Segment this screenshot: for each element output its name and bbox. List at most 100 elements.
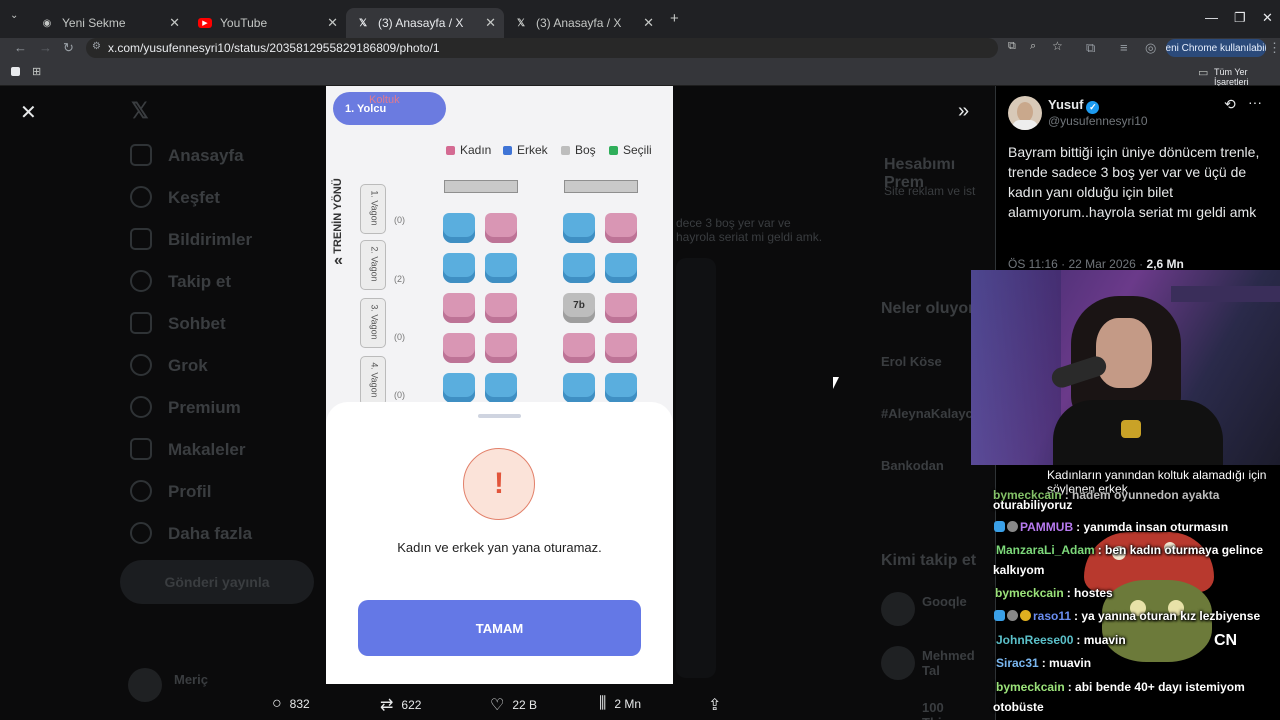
seat-men [443, 253, 475, 283]
forward-icon[interactable]: → [39, 40, 52, 55]
repost-icon: ⇄ [380, 697, 394, 714]
nav-premium[interactable]: Premium [168, 398, 241, 418]
chat-username: bymeckcain [996, 680, 1065, 694]
chat-username: PAMMUB [1020, 520, 1074, 534]
tab-groups-icon[interactable]: ⊞ [32, 65, 41, 78]
nav-more[interactable]: Daha fazla [168, 524, 252, 544]
x-logo-icon[interactable]: 𝕏 [131, 98, 149, 124]
extensions-icon[interactable]: ⧉ [1086, 40, 1095, 56]
wagon-4: 4. Vagon [360, 356, 386, 406]
chat-message: ManzaraLi_Adam: ben kadın oturmaya gelin… [996, 540, 1280, 560]
more-icon [130, 522, 152, 544]
warning-message: Kadın ve erkek yan yana oturamaz. [397, 540, 602, 555]
seat-women [443, 293, 475, 323]
tab-youtube[interactable]: ▶ YouTube ✕ [188, 8, 346, 38]
nav-profile[interactable]: Profil [168, 482, 211, 502]
menu-icon[interactable]: ⋮ [1268, 40, 1280, 56]
post-button-label: Gönderi yayınla [164, 574, 270, 590]
install-icon[interactable]: ⧉ [1008, 40, 1016, 53]
reload-icon[interactable]: ↻ [63, 40, 74, 56]
wagon-count: (0) [394, 215, 405, 225]
profile-icon [130, 480, 152, 502]
profile-icon[interactable]: ◎ [1145, 40, 1156, 56]
account-avatar[interactable] [128, 668, 162, 702]
bookmark-star-icon[interactable]: ☆ [1052, 39, 1063, 53]
chat-text: : ya yanına oturan kız lezbiyense [1074, 609, 1261, 623]
seat-women [485, 213, 517, 243]
legend-men: Erkek [503, 143, 548, 157]
author-handle[interactable]: @yusufennesyri10 [1048, 114, 1148, 128]
legend-label: Kadın [460, 143, 492, 157]
avatar-face [1017, 102, 1033, 122]
post-button[interactable]: Gönderi yayınla [120, 560, 314, 604]
grok-explain-icon[interactable]: ⟲ [1224, 96, 1236, 113]
ok-button: TAMAM [358, 600, 641, 656]
nav-home[interactable]: Anasayfa [168, 146, 244, 166]
heart-icon: ♡ [490, 697, 505, 714]
reply-count: 832 [289, 697, 310, 711]
follow-3[interactable]: 100 Thieves [922, 700, 995, 720]
tab-search-button[interactable]: ⌄ [10, 10, 18, 21]
back-icon[interactable]: ← [14, 40, 27, 55]
apps-icon[interactable] [11, 67, 20, 76]
expand-panel-icon[interactable]: » [958, 100, 969, 123]
nav-explore[interactable]: Keşfet [168, 188, 220, 208]
explore-icon [130, 186, 152, 208]
window-close-button[interactable]: ✕ [1262, 10, 1273, 26]
nav-chat[interactable]: Sohbet [168, 314, 226, 334]
nav-notifications[interactable]: Bildirimler [168, 230, 252, 250]
all-bookmarks-link[interactable]: Tüm Yer İşaretleri [1214, 67, 1280, 87]
tab-new-tab[interactable]: ◉ Yeni Sekme ✕ [30, 8, 188, 38]
new-tab-button[interactable]: + [670, 10, 679, 27]
author-name[interactable]: Yusuf ✓ [1048, 97, 1100, 114]
close-icon[interactable]: ✕ [327, 15, 338, 31]
photo-train-seat-screenshot: 1. Yolcu Koltuk Kadın Erkek Boş Seçili T… [326, 86, 673, 684]
views-chart-icon: ⫼ [599, 695, 607, 712]
close-icon[interactable]: ✕ [20, 100, 37, 125]
badge-icon [1020, 610, 1031, 621]
chat-message: bymeckcain: abi bende 40+ dayı istemiyom [996, 677, 1280, 697]
minimize-button[interactable]: — [1205, 10, 1218, 25]
tab-label: YouTube [220, 16, 268, 30]
repost-button[interactable]: ⇄ 622 [380, 695, 421, 715]
media-icon[interactable]: ≡ [1120, 40, 1128, 55]
chat-username: ManzaraLi_Adam [996, 543, 1095, 557]
follow-2[interactable]: Mehmed Tal [922, 648, 995, 678]
nav-follow[interactable]: Takip et [168, 272, 231, 292]
trend-3[interactable]: Bankodan [881, 458, 944, 473]
address-bar[interactable]: ⚙ x.com/yusufennesyri10/status/203581295… [86, 38, 1063, 58]
views-button[interactable]: ⫼ 2 Mn [599, 695, 641, 713]
follow-1[interactable]: Gooqle [922, 594, 967, 609]
badge-icon [994, 521, 1005, 532]
mail-icon [130, 312, 152, 334]
x-logo-icon: 𝕏 [516, 17, 526, 29]
maximize-button[interactable]: ❐ [1234, 10, 1246, 26]
chat-username: JohnReese00 [996, 633, 1074, 647]
share-button[interactable]: ⇪ [708, 695, 729, 715]
nav-articles[interactable]: Makaleler [168, 440, 246, 460]
zoom-icon[interactable]: ⌕ [1030, 40, 1036, 53]
seat-selected: 7b [563, 293, 595, 323]
seat-women [605, 213, 637, 243]
like-button[interactable]: ♡ 22 B [490, 695, 537, 715]
more-options-icon[interactable]: ··· [1248, 94, 1262, 110]
tweet-timestamp[interactable]: ÖS 11:16 · 22 Mar 2026 · [1008, 257, 1147, 271]
seat-hint: Koltuk [369, 93, 400, 106]
trends-title: Neler oluyor [881, 300, 975, 317]
author-avatar[interactable] [1008, 96, 1042, 130]
site-info-icon[interactable]: ⚙ [92, 41, 101, 52]
close-icon[interactable]: ✕ [643, 15, 654, 31]
seat-men [563, 373, 595, 403]
account-name[interactable]: Meriç [174, 672, 208, 687]
trend-1[interactable]: Erol Köse [881, 354, 942, 369]
reply-button[interactable]: ○ 832 [272, 695, 310, 713]
chrome-update-button[interactable]: Yeni Chrome kullanılabilir [1166, 39, 1266, 57]
articles-icon [130, 438, 152, 460]
close-icon[interactable]: ✕ [169, 15, 180, 31]
nav-grok[interactable]: Grok [168, 356, 208, 376]
trend-2[interactable]: #AleynaKalayc [881, 406, 973, 421]
close-icon[interactable]: ✕ [485, 15, 496, 31]
tab-x-home[interactable]: 𝕏 (3) Anasayfa / X ✕ [504, 8, 662, 38]
tab-x-home-active[interactable]: 𝕏 (3) Anasayfa / X ✕ [346, 8, 504, 38]
premium-subtitle: Site reklam ve ist [884, 184, 976, 198]
